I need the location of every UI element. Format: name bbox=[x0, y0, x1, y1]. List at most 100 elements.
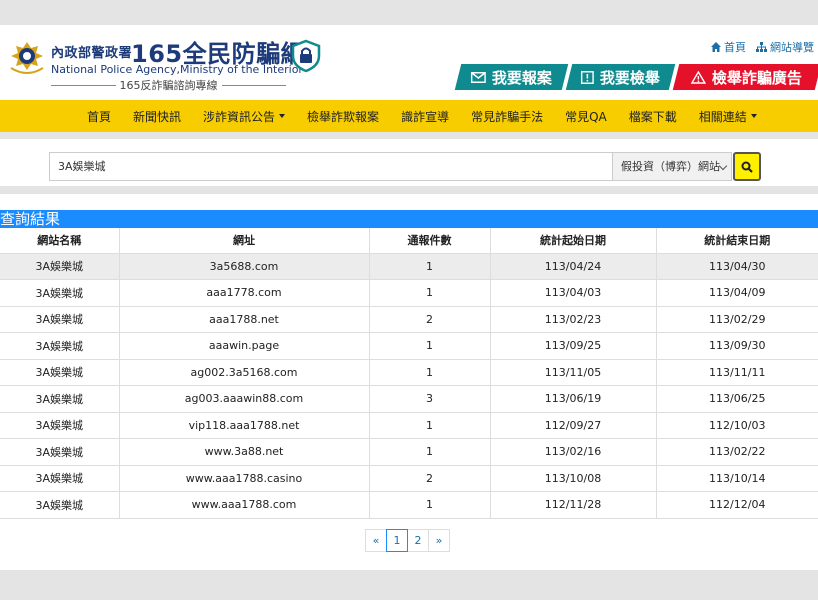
report-count-cell: 2 bbox=[369, 306, 491, 333]
nav-item-5[interactable]: 常見詐騙手法 bbox=[471, 108, 543, 125]
nav-item-2[interactable]: 涉詐資訊公告 bbox=[203, 108, 286, 125]
envelope-icon bbox=[470, 71, 486, 83]
table-row: 3A娛樂城 3a5688.com 1 113/04/24 113/04/30 bbox=[0, 253, 818, 280]
nav-item-6[interactable]: 常見QA bbox=[565, 108, 607, 125]
table-header-row: 網站名稱 網址 通報件數 統計起始日期 統計結束日期 bbox=[0, 228, 818, 254]
url-cell: www.aaa1788.casino bbox=[119, 465, 370, 492]
site-name-cell: 3A娛樂城 bbox=[0, 332, 120, 360]
start-date-cell: 113/10/08 bbox=[490, 465, 657, 492]
chevron-down-icon bbox=[718, 161, 728, 171]
report-count-cell: 2 bbox=[369, 465, 491, 492]
police-emblem-icon[interactable] bbox=[7, 38, 47, 76]
table-row: 3A娛樂城 www.aaa1788.casino 2 113/10/08 113/10/… bbox=[0, 465, 818, 492]
report-count-cell: 1 bbox=[369, 359, 491, 386]
nav-item-label: 檔案下載 bbox=[628, 109, 677, 124]
nav-item-label: 涉詐資訊公告 bbox=[203, 109, 276, 124]
column-header: 網址 bbox=[119, 228, 370, 254]
column-header: 網站名稱 bbox=[0, 228, 120, 254]
nav-item-8[interactable]: 相關連結 bbox=[699, 108, 757, 125]
results-table: 網站名稱 網址 通報件數 統計起始日期 統計結束日期 3A娛樂城 3a5688.com 1 1… bbox=[0, 228, 818, 519]
prev-page-button[interactable]: « bbox=[365, 529, 387, 552]
column-header: 通報件數 bbox=[369, 228, 491, 254]
category-select[interactable]: 假投資（博弈）網站 bbox=[612, 152, 732, 181]
url-cell: ag002.3a5168.com bbox=[119, 359, 370, 386]
site-name-cell: 3A娛樂城 bbox=[0, 385, 120, 413]
start-date-cell: 112/09/27 bbox=[490, 412, 657, 439]
end-date-cell: 113/04/30 bbox=[656, 253, 818, 280]
search-input[interactable]: 3A娛樂城 bbox=[49, 152, 613, 181]
end-date-cell: 112/12/04 bbox=[656, 491, 818, 519]
nav-item-label: 檢舉詐欺報案 bbox=[307, 109, 380, 124]
site-header: 內政部警政署 165全民防騙網 National Police Agency,M… bbox=[0, 25, 818, 100]
report-count-cell: 1 bbox=[369, 412, 491, 439]
table-row: 3A娛樂城 ag003.aaawin88.com 3 113/06/19 113/06/… bbox=[0, 385, 818, 413]
page-2-button[interactable]: 2 bbox=[407, 529, 429, 552]
nav-item-label: 首頁 bbox=[87, 109, 112, 124]
report-count-cell: 1 bbox=[369, 332, 491, 360]
url-cell: ag003.aaawin88.com bbox=[119, 385, 370, 413]
results-title: 查詢結果 bbox=[0, 210, 818, 228]
hotline-text: 165反詐騙諮詢專線 bbox=[119, 79, 218, 92]
site-name-cell: 3A娛樂城 bbox=[0, 253, 120, 280]
results-panel: 查詢結果 網站名稱 網址 通報件數 統計起始日期 統計結束日期 3A娛樂城 3a5688.… bbox=[0, 194, 818, 570]
site-name-cell: 3A娛樂城 bbox=[0, 438, 120, 466]
nav-item-4[interactable]: 識詐宣導 bbox=[401, 108, 449, 125]
divider bbox=[221, 84, 286, 86]
end-date-cell: 113/11/11 bbox=[656, 359, 818, 386]
pagination: «1 2» bbox=[365, 529, 450, 552]
nav-item-label: 新聞快訊 bbox=[133, 109, 182, 124]
site-name-cell: 3A娛樂城 bbox=[0, 465, 120, 492]
nav-item-0[interactable]: 首頁 bbox=[87, 108, 111, 125]
next-page-button[interactable]: » bbox=[428, 529, 450, 552]
search-button[interactable] bbox=[733, 152, 761, 181]
start-date-cell: 113/02/16 bbox=[490, 438, 657, 466]
nav-item-7[interactable]: 檔案下載 bbox=[629, 108, 677, 125]
report-case-button[interactable]: 我要報案 bbox=[454, 64, 569, 90]
start-date-cell: 113/04/03 bbox=[490, 279, 657, 307]
sitemap-icon bbox=[756, 42, 767, 52]
column-header: 統計結束日期 bbox=[656, 228, 818, 254]
report-case-label: 我要報案 bbox=[491, 68, 552, 87]
agency-name-cn: 內政部警政署 bbox=[51, 46, 133, 61]
table-row: 3A娛樂城 aaawin.page 1 113/09/25 113/09/30 bbox=[0, 332, 818, 360]
url-cell: www.3a88.net bbox=[119, 438, 370, 466]
nav-item-label: 常見QA bbox=[565, 109, 607, 124]
report-count-cell: 3 bbox=[369, 385, 491, 413]
site-name-cell: 3A娛樂城 bbox=[0, 359, 120, 386]
warning-triangle-icon bbox=[691, 70, 707, 84]
report-scam-ad-button[interactable]: 檢舉詐騙廣告 bbox=[672, 64, 818, 90]
report-scam-ad-label: 檢舉詐騙廣告 bbox=[712, 68, 803, 87]
nav-item-1[interactable]: 新聞快訊 bbox=[133, 108, 181, 125]
nav-item-label: 識詐宣導 bbox=[401, 109, 450, 124]
site-name-cell: 3A娛樂城 bbox=[0, 412, 120, 439]
page-1-button[interactable]: 1 bbox=[386, 529, 408, 552]
home-link-label: 首頁 bbox=[724, 41, 746, 54]
report-count-cell: 1 bbox=[369, 253, 491, 280]
url-cell: aaawin.page bbox=[119, 332, 370, 360]
report-count-cell: 1 bbox=[369, 491, 491, 519]
cta-buttons: 我要報案 我要檢舉 檢舉詐騙廣告 bbox=[454, 64, 818, 90]
utility-links: 首頁 網站導覽 bbox=[711, 39, 814, 55]
sitemap-link[interactable]: 網站導覽 bbox=[756, 39, 814, 55]
caret-down-icon bbox=[279, 114, 286, 118]
home-icon bbox=[711, 42, 721, 52]
nav-item-label: 相關連結 bbox=[698, 109, 747, 124]
nav-item-3[interactable]: 檢舉詐欺報案 bbox=[307, 108, 379, 125]
end-date-cell: 113/06/25 bbox=[656, 385, 818, 413]
table-row: 3A娛樂城 vip118.aaa1788.net 1 112/09/27 112/10/… bbox=[0, 412, 818, 439]
top-gray-strip bbox=[0, 0, 818, 25]
start-date-cell: 113/06/19 bbox=[490, 385, 657, 413]
report-tip-button[interactable]: 我要檢舉 bbox=[565, 64, 676, 90]
divider bbox=[51, 84, 116, 86]
start-date-cell: 113/02/23 bbox=[490, 306, 657, 333]
shield-lock-icon bbox=[291, 39, 321, 73]
end-date-cell: 113/10/14 bbox=[656, 465, 818, 492]
home-link[interactable]: 首頁 bbox=[711, 39, 746, 55]
start-date-cell: 113/04/24 bbox=[490, 253, 657, 280]
start-date-cell: 113/09/25 bbox=[490, 332, 657, 360]
end-date-cell: 112/10/03 bbox=[656, 412, 818, 439]
sitemap-link-label: 網站導覽 bbox=[770, 41, 814, 54]
table-row: 3A娛樂城 aaa1788.net 2 113/02/23 113/02/29 bbox=[0, 306, 818, 333]
end-date-cell: 113/04/09 bbox=[656, 279, 818, 307]
end-date-cell: 113/02/29 bbox=[656, 306, 818, 333]
